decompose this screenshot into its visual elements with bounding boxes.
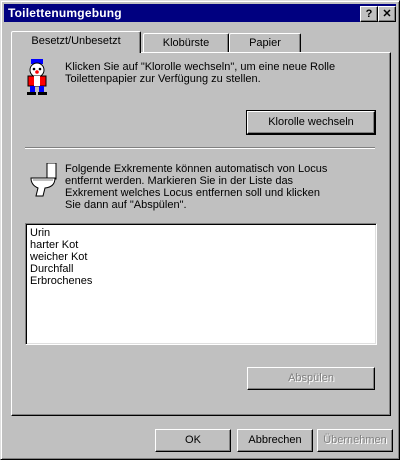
instruction-text-line: Exkrement welches Locus entfernen soll u… (65, 187, 320, 199)
list-item[interactable]: weicher Kot (30, 251, 87, 263)
tab-label: Papier (249, 37, 281, 49)
instruction-text-line: Klicken Sie auf "Klorolle wechseln", um … (65, 61, 336, 73)
instruction-text-line: Toilettenpapier zur Verfügung zu stellen… (65, 73, 261, 85)
dialog-window: Toilettenumgebung ? ✕ Besetzt/Unbesetzt … (0, 0, 400, 460)
tab-klobuerste[interactable]: Klobürste (143, 33, 229, 52)
tab-label: Besetzt/Unbesetzt (31, 35, 121, 47)
ok-button[interactable]: OK (155, 429, 231, 452)
cancel-button[interactable]: Abbrechen (237, 429, 313, 452)
excrement-listbox[interactable]: Urin harter Kot weicher Kot Durchfall Er… (25, 223, 377, 345)
flush-button[interactable]: Abspülen (247, 367, 375, 390)
help-button[interactable]: ? (360, 6, 378, 22)
tab-besetzt[interactable]: Besetzt/Unbesetzt (11, 31, 141, 53)
separator (25, 147, 375, 149)
instruction-text-line: Sie dann auf "Abspülen". (65, 199, 187, 211)
title-bar[interactable]: Toilettenumgebung ? ✕ (4, 4, 396, 22)
list-item[interactable]: harter Kot (30, 239, 78, 251)
instruction-text-line: entfernt werden. Markieren Sie in der Li… (65, 175, 294, 187)
toilet-paper-clown-icon (27, 59, 47, 95)
list-item[interactable]: Erbrochenes (30, 275, 92, 287)
window-title: Toilettenumgebung (8, 6, 122, 20)
apply-button[interactable]: Übernehmen (317, 429, 393, 452)
instruction-text-line: Folgende Exkremente können automatisch v… (65, 163, 328, 175)
tab-papier[interactable]: Papier (229, 33, 301, 52)
close-button[interactable]: ✕ (378, 6, 396, 22)
list-item[interactable]: Durchfall (30, 263, 73, 275)
change-roll-button[interactable]: Klorolle wechseln (246, 110, 376, 135)
toilet-icon (30, 163, 57, 197)
list-item[interactable]: Urin (30, 227, 50, 239)
tab-label: Klobürste (162, 37, 210, 49)
